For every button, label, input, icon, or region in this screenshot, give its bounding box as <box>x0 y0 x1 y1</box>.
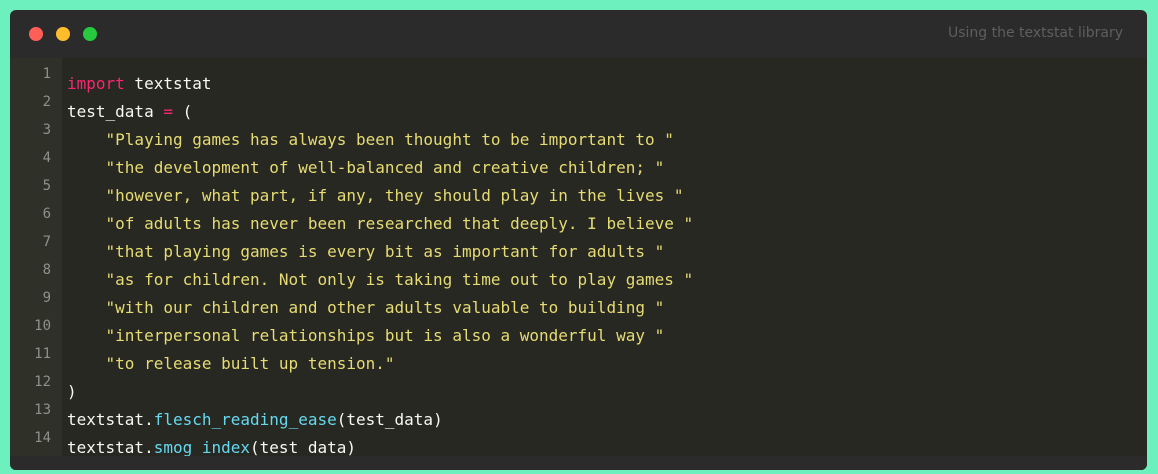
close-window-button[interactable] <box>29 27 43 41</box>
line-number: 10 <box>34 318 51 334</box>
keyword-import: import <box>67 74 125 93</box>
line-number: 3 <box>42 122 51 138</box>
string-line: "to release built up tension." <box>67 354 395 373</box>
string-line: "the development of well-balanced and cr… <box>67 158 665 177</box>
line-number: 7 <box>42 234 51 250</box>
line-number: 13 <box>34 402 51 418</box>
minimize-window-button[interactable] <box>56 27 70 41</box>
code-line: textstat.flesch_reading_ease(test_data) <box>67 409 443 431</box>
line-number: 8 <box>42 262 51 278</box>
line-number: 1 <box>42 66 51 82</box>
string-line: "that playing games is every bit as impo… <box>67 242 665 261</box>
code-text: ( <box>172 102 193 121</box>
code-line: textstat.smog_index(test_data) <box>67 437 356 456</box>
string-line: "with our children and other adults valu… <box>67 298 665 317</box>
title-bar: Using the textstat library <box>10 10 1147 58</box>
code-text: test_data <box>67 102 164 121</box>
code-lines: import textstat test_data = ( "Playing g… <box>67 58 1147 456</box>
code-line: ) <box>67 382 77 401</box>
line-number: 14 <box>34 430 51 446</box>
code-line: test_data = ( <box>67 101 192 123</box>
line-number: 4 <box>42 150 51 166</box>
function-name: smog_index <box>153 438 251 456</box>
line-number-gutter: 1 2 3 4 5 6 7 8 9 10 11 12 13 14 <box>10 58 62 456</box>
line-number: 2 <box>42 94 51 110</box>
string-line: "Playing games has always been thought t… <box>67 130 674 149</box>
code-line: import textstat <box>67 73 212 95</box>
string-line: "however, what part, if any, they should… <box>67 186 684 205</box>
line-number: 9 <box>42 290 51 306</box>
code-text: textstat. <box>67 438 154 456</box>
line-number: 5 <box>42 178 51 194</box>
code-editor[interactable]: 1 2 3 4 5 6 7 8 9 10 11 12 13 14 import … <box>10 58 1147 456</box>
window-title: Using the textstat library <box>947 25 1123 41</box>
window-bottom-edge <box>10 456 1147 470</box>
string-line: "interpersonal relationships but is also… <box>67 326 665 345</box>
code-text: (test_data) <box>336 410 443 429</box>
line-number: 11 <box>34 346 51 362</box>
string-line: "of adults has never been researched tha… <box>67 214 694 233</box>
operator: = <box>163 102 173 121</box>
maximize-window-button[interactable] <box>83 27 97 41</box>
string-line: "as for children. Not only is taking tim… <box>67 270 694 289</box>
line-number: 6 <box>42 206 51 222</box>
line-number: 12 <box>34 374 51 390</box>
code-window: Using the textstat library 1 2 3 4 5 6 7… <box>10 10 1147 470</box>
code-text: textstat <box>124 74 212 93</box>
code-text: (test_data) <box>250 438 356 456</box>
function-name: flesch_reading_ease <box>153 410 337 429</box>
code-text: textstat. <box>67 410 154 429</box>
